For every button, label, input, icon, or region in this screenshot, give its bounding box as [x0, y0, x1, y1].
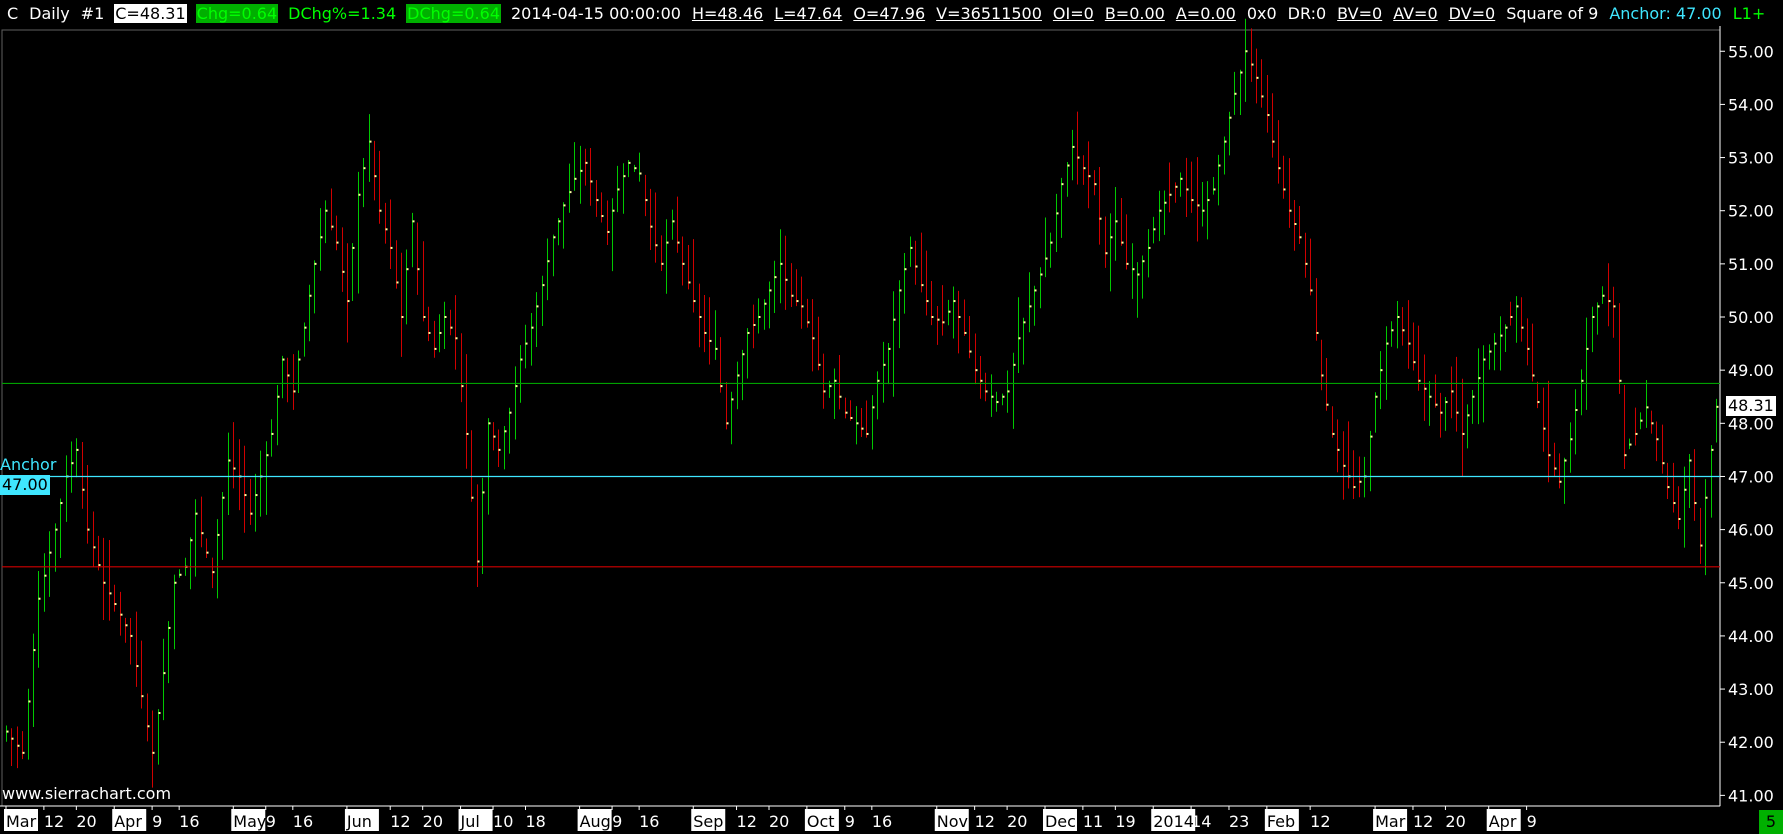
y-tick-label: 44.00	[1728, 627, 1774, 646]
x-month-label: Sep	[693, 812, 723, 831]
corner-button[interactable]: 5	[1759, 810, 1783, 834]
x-month-label: Mar	[1375, 812, 1406, 831]
period-label: Daily	[29, 3, 70, 23]
y-tick-label: 53.00	[1728, 149, 1774, 168]
x-tick-label: 20	[1007, 812, 1027, 831]
x-tick-label: 9	[266, 812, 276, 831]
x-month-label: Mar	[6, 812, 37, 831]
low-value: L=47.64	[774, 3, 843, 23]
x-tick-label: 9	[1527, 812, 1537, 831]
daily-change-percent: DChg%=1.34	[288, 3, 397, 23]
x-month-label: Jun	[346, 812, 372, 831]
y-tick-label: 49.00	[1728, 361, 1774, 380]
x-month-label: Dec	[1045, 812, 1076, 831]
daily-change-value: DChg=0.64	[406, 3, 501, 23]
y-tick-label: 54.00	[1728, 95, 1774, 114]
x-tick-label: 12	[737, 812, 757, 831]
x-month-label: 2014	[1153, 812, 1194, 831]
last-price-label: 48.31	[1726, 396, 1776, 416]
anchor-label: Anchor 47.00	[0, 455, 56, 495]
y-tick-label: 47.00	[1728, 467, 1774, 486]
x-month-label: May	[233, 812, 266, 831]
y-tick-label: 42.00	[1728, 733, 1774, 752]
x-month-label: Jul	[460, 812, 480, 831]
x-tick-label: 19	[1115, 812, 1135, 831]
x-month-label: Nov	[937, 812, 968, 831]
x-tick-label: 20	[1445, 812, 1465, 831]
level1-indicator: L1+	[1732, 3, 1766, 23]
chart-number: #1	[80, 3, 105, 23]
y-tick-label: 41.00	[1728, 786, 1774, 805]
x-tick-label: 16	[293, 812, 313, 831]
anchor-text: Anchor	[0, 455, 57, 474]
y-tick-label: 45.00	[1728, 574, 1774, 593]
x-tick-label: 18	[525, 812, 545, 831]
x-month-label: Aug	[580, 812, 611, 831]
delta-volume-value: DV=0	[1448, 3, 1496, 23]
y-tick-label: 43.00	[1728, 680, 1774, 699]
x-month-label: Apr	[114, 812, 142, 831]
x-tick-label: 20	[76, 812, 96, 831]
x-tick-label: 9	[612, 812, 622, 831]
x-month-label: Apr	[1489, 812, 1517, 831]
x-tick-label: 12	[975, 812, 995, 831]
x-tick-label: 16	[179, 812, 199, 831]
x-tick-label: 16	[639, 812, 659, 831]
close-value: C=48.31	[114, 3, 187, 23]
y-tick-label: 52.00	[1728, 202, 1774, 221]
study-name: Square of 9	[1506, 3, 1599, 23]
symbol-label: C	[7, 3, 19, 23]
y-tick-label: 50.00	[1728, 308, 1774, 327]
price-chart[interactable]: 41.00 42.00 43.00 44.00 45.00 46.00 47.00 48.00…	[0, 0, 1783, 834]
dr-value: DR:0	[1287, 3, 1327, 23]
x-month-label: Feb	[1267, 812, 1295, 831]
x-tick-label: 14	[1191, 812, 1211, 831]
anchor-value-header: Anchor: 47.00	[1609, 3, 1722, 23]
y-tick-label: 48.00	[1728, 414, 1774, 433]
open-value: O=47.96	[853, 3, 926, 23]
watermark: www.sierrachart.com	[2, 784, 172, 803]
bar-datetime: 2014-04-15 00:00:00	[511, 3, 681, 23]
x-tick-label: 11	[1083, 812, 1103, 831]
high-value: H=48.46	[691, 3, 764, 23]
bid-volume-value: BV=0	[1337, 3, 1383, 23]
y-tick-label: 46.00	[1728, 521, 1774, 540]
x-tick-label: 12	[1413, 812, 1433, 831]
x-tick-label: 12	[390, 812, 410, 831]
y-tick-label: 51.00	[1728, 255, 1774, 274]
x-tick-label: 12	[44, 812, 64, 831]
bid-value: B=0.00	[1104, 3, 1165, 23]
x-month-label: Oct	[807, 812, 835, 831]
anchor-price: 47.00	[0, 475, 50, 495]
x-tick-label: 16	[872, 812, 892, 831]
open-interest-value: OI=0	[1052, 3, 1094, 23]
change-value: Chg=0.64	[195, 3, 279, 23]
chart-header-bar: C Daily #1 C=48.31 Chg=0.64 DChg%=1.34 D…	[0, 0, 1783, 26]
x-tick-label: 9	[152, 812, 162, 831]
x-tick-label: 20	[769, 812, 789, 831]
x-tick-label: 12	[1310, 812, 1330, 831]
ask-value: A=0.00	[1175, 3, 1236, 23]
ask-volume-value: AV=0	[1393, 3, 1438, 23]
x-tick-label: 9	[845, 812, 855, 831]
x-tick-label: 23	[1229, 812, 1249, 831]
x-tick-label: 10	[493, 812, 513, 831]
volume-value: V=36511500	[936, 3, 1042, 23]
y-tick-label: 55.00	[1728, 42, 1774, 61]
hex-value: 0x0	[1246, 3, 1277, 23]
x-tick-label: 20	[423, 812, 443, 831]
